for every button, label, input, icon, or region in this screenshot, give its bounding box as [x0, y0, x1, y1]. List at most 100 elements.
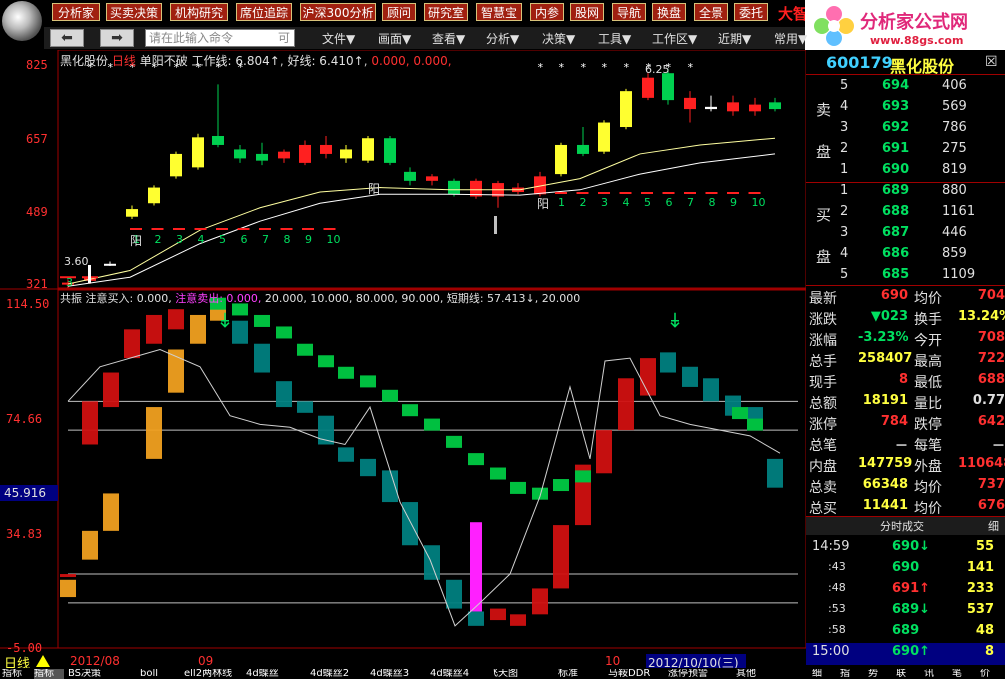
candle-body [642, 77, 654, 98]
toolbar-button-2[interactable]: 机构研究 [170, 3, 228, 21]
menu-6[interactable]: 工作区▼ [652, 30, 697, 47]
menu-8[interactable]: 常用▼ [774, 30, 807, 47]
stat-key2-4: 最低 [914, 375, 942, 391]
yang-label-1: 阳 [368, 182, 381, 196]
app-logo-icon[interactable] [2, 1, 42, 41]
tick-price-3: 689↓ [892, 602, 931, 617]
menu-3[interactable]: 分析▼ [486, 30, 519, 47]
resonance-bar [60, 574, 76, 578]
stat-val-7: － [894, 439, 908, 454]
tick-price-4: 689 [892, 623, 920, 638]
resonance-bar [424, 545, 440, 580]
toolbar-button-12[interactable]: 全景 [694, 3, 728, 21]
bottom-tab-8[interactable]: 4d蝶丝4 [430, 669, 488, 679]
right-tab-3[interactable]: 联 [896, 669, 920, 679]
stat-val-3: 258407 [858, 351, 913, 366]
right-tab-2[interactable]: 势 [868, 669, 892, 679]
resonance-bar [82, 401, 98, 445]
resonance-bar [640, 358, 656, 396]
candle-body [705, 106, 717, 110]
stat-key2-8: 外盘 [914, 459, 942, 475]
menu-4[interactable]: 决策▼ [542, 30, 575, 47]
bottom-tab-7[interactable]: 4d蝶丝3 [370, 669, 430, 679]
green-step [360, 375, 376, 388]
right-tab-0[interactable]: 细 [812, 669, 836, 679]
main-y-label-2: 489 [26, 205, 48, 219]
down-arrow-icon [670, 312, 680, 328]
tick-price-1: 690 [892, 560, 920, 575]
toolbar-button-1[interactable]: 买卖决策 [106, 3, 162, 21]
bottom-tab-4[interactable]: ell2两林线 [184, 669, 244, 679]
toolbar-button-8[interactable]: 内参 [530, 3, 564, 21]
toolbar-button-0[interactable]: 分析家 [52, 3, 100, 21]
bottom-tab-6[interactable]: 4d蝶丝2 [310, 669, 370, 679]
toolbar-button-5[interactable]: 顾问 [382, 3, 416, 21]
toolbar-button-6[interactable]: 研究室 [424, 3, 468, 21]
brand-mark: 大智 [778, 5, 809, 23]
green-step [490, 467, 506, 480]
buy-level-1: 2 [840, 204, 849, 219]
command-input[interactable]: 请在此输入命令 可 [145, 29, 295, 47]
resonance-bar [618, 378, 634, 431]
stat-val2-4: 688 [977, 372, 1005, 387]
right-tab-5[interactable]: 笔 [952, 669, 976, 679]
candle-body [256, 153, 268, 161]
menu-0[interactable]: 文件▼ [322, 30, 355, 47]
lower-chart-frame [57, 289, 806, 649]
bottom-tab-5[interactable]: 4d蝶丝 [246, 669, 306, 679]
bottom-tab-9[interactable]: 飞天图 [488, 669, 554, 679]
right-tab-6[interactable]: 价 [980, 669, 1004, 679]
bottom-tab-3[interactable]: boll [140, 669, 180, 679]
toolbar-button-11[interactable]: 换盘 [652, 3, 686, 21]
toolbar-button-13[interactable]: 委托 [734, 3, 768, 21]
menu-5[interactable]: 工具▼ [598, 30, 631, 47]
brand-name: 分析家公式网 [860, 12, 968, 33]
toolbar-button-10[interactable]: 导航 [612, 3, 646, 21]
green-step [732, 407, 748, 420]
candle-body [362, 138, 374, 161]
toolbar-button-3[interactable]: 席位追踪 [236, 3, 292, 21]
toolbar-button-7[interactable]: 智慧宝 [476, 3, 522, 21]
menu-2[interactable]: 查看▼ [432, 30, 465, 47]
bottom-tab-11[interactable]: 马鞍DDR [608, 669, 666, 679]
resonance-bar [60, 579, 76, 598]
lower-y-label-1: 74.66 [6, 412, 43, 426]
right-tab-4[interactable]: 讯 [924, 669, 948, 679]
back-button[interactable]: ⬅ [50, 29, 84, 47]
stat-key2-1: 换手 [914, 312, 942, 328]
menu-1[interactable]: 画面▼ [378, 30, 411, 47]
zero-values: 0.000, 0.000, [371, 54, 452, 68]
buy-vol-3: 859 [942, 246, 967, 261]
bottom-tab-10[interactable]: 标准 [558, 669, 606, 679]
green-step [402, 404, 418, 417]
bottom-tab-12[interactable]: 涨停预警 [668, 669, 734, 679]
good-line-value: 好线: 6.410↑ [287, 54, 364, 68]
magenta-signal-bar [470, 522, 482, 612]
sell-signal-value: 注意卖出: 0.000, [175, 292, 262, 305]
count-label: 6 [241, 233, 248, 246]
buy-vol-1: 1161 [942, 204, 976, 219]
toolbar-button-9[interactable]: 股网 [570, 3, 604, 21]
forward-button[interactable]: ➡ [100, 29, 134, 47]
main-y-label-1: 657 [26, 132, 48, 146]
candle-body [320, 144, 332, 154]
buy-signal-value: 注意买入: 0.000, [85, 292, 172, 305]
bottom-tab-0[interactable]: 指标 [2, 669, 32, 679]
stat-key2-7: 每笔 [914, 438, 942, 454]
main-chart-header: 黑化股份 日线 单阳不破 工作线: 6.804↑, 好线: 6.410↑, 0.… [60, 54, 452, 68]
bottom-tab-2[interactable]: BS决策 [68, 669, 136, 679]
tick-price-0: 690↓ [892, 539, 931, 554]
toolbar-button-4[interactable]: 沪深300分析 [300, 3, 376, 21]
right-tab-1[interactable]: 指 [840, 669, 864, 679]
candle-body [170, 153, 182, 177]
candle-body [555, 144, 567, 175]
bottom-tab-1[interactable]: 指标 [34, 669, 64, 679]
bottom-tab-13[interactable]: 其他 [736, 669, 776, 679]
resonance-bar [446, 579, 462, 609]
stat-key-6: 涨停 [809, 417, 837, 433]
period-triangle-icon[interactable] [36, 655, 50, 667]
menu-7[interactable]: 近期▼ [718, 30, 751, 47]
stat-key2-2: 今开 [914, 333, 942, 349]
candle-body [448, 180, 460, 195]
close-panel-icon[interactable]: ☒ [985, 54, 998, 70]
